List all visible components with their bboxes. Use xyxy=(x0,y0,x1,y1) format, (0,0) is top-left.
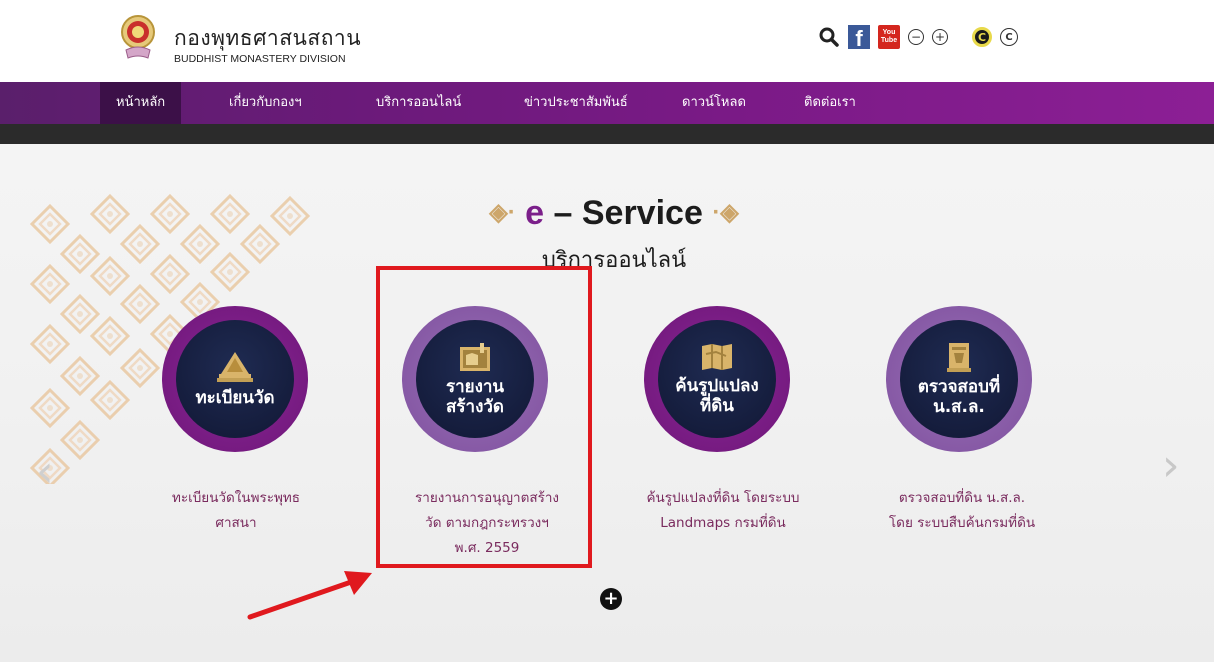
nav-item-online-services[interactable]: บริการออนไลน์ xyxy=(376,82,461,124)
service-temple-registry-inner: ทะเบียนวัด xyxy=(176,320,294,438)
youtube-label-top: You xyxy=(882,29,896,36)
title-e-letter: e xyxy=(525,194,545,232)
desc-line: Landmaps กรมที่ดิน xyxy=(660,515,786,531)
contrast-icon[interactable]: C xyxy=(972,27,992,47)
desc-line: โดย ระบบสืบค้นกรมที่ดิน xyxy=(888,515,1036,531)
eservice-title: ◈· e – Service ·◈ xyxy=(454,194,774,233)
desc-line: ค้นรูปแปลงที่ดิน โดยระบบ xyxy=(646,490,800,506)
label-line: ตรวจสอบที่ xyxy=(917,377,1001,397)
site-header: กองพุทธศาสนสถาน BUDDHIST MONASTERY DIVIS… xyxy=(0,0,1214,82)
search-icon[interactable] xyxy=(818,25,840,49)
site-subtitle: BUDDHIST MONASTERY DIVISION xyxy=(174,53,346,65)
header-tools: f You Tube − + C C xyxy=(818,22,1026,52)
service-nsl-check-inner: ตรวจสอบที่ น.ส.ล. xyxy=(900,320,1018,438)
nav-subbar xyxy=(0,124,1214,144)
nav-item-news[interactable]: ข่าวประชาสัมพันธ์ xyxy=(524,82,628,124)
service-land-plot-search-inner: ค้นรูปแปลง ที่ดิน xyxy=(658,320,776,438)
zoom-out-icon[interactable]: − xyxy=(908,29,924,45)
service-land-plot-search[interactable]: ค้นรูปแปลง ที่ดิน xyxy=(644,306,790,452)
page: กองพุทธศาสนสถาน BUDDHIST MONASTERY DIVIS… xyxy=(0,0,1214,662)
service-temple-registry[interactable]: ทะเบียนวัด xyxy=(162,306,308,452)
facebook-icon[interactable]: f xyxy=(848,25,870,51)
site-logo[interactable] xyxy=(120,14,156,62)
nav-item-contact[interactable]: ติดต่อเรา xyxy=(804,82,856,124)
red-arrow-icon xyxy=(247,571,372,620)
youtube-label-bottom: Tube xyxy=(880,37,898,44)
label-line: ที่ดิน xyxy=(700,396,734,416)
nav-item-home[interactable]: หน้าหลัก xyxy=(100,82,182,124)
title-deco-left-icon: ◈· xyxy=(489,199,516,226)
zoom-in-icon[interactable]: + xyxy=(932,29,948,45)
service-land-plot-search-label: ค้นรูปแปลง ที่ดิน xyxy=(675,376,758,416)
service-land-plot-search-desc: ค้นรูปแปลงที่ดิน โดยระบบ Landmaps กรมที่… xyxy=(630,486,816,536)
site-title[interactable]: กองพุทธศาสนสถาน xyxy=(174,22,361,55)
label-line: น.ส.ล. xyxy=(933,397,985,417)
carousel-prev-button[interactable]: ‹ xyxy=(36,446,54,497)
nav-item-download[interactable]: ดาวน์โหลด xyxy=(682,82,746,124)
youtube-icon[interactable]: You Tube xyxy=(878,25,900,49)
label-line: ค้นรูปแปลง xyxy=(675,376,759,396)
service-nsl-check-desc: ตรวจสอบที่ดิน น.ส.ล. โดย ระบบสืบค้นกรมที… xyxy=(864,486,1060,536)
desc-line: ตรวจสอบที่ดิน น.ส.ล. xyxy=(898,490,1026,506)
more-services-button[interactable]: + xyxy=(600,588,622,610)
main-nav: หน้าหลัก เกี่ยวกับกองฯ บริการออนไลน์ ข่า… xyxy=(0,82,1214,124)
nav-item-about[interactable]: เกี่ยวกับกองฯ xyxy=(229,82,302,124)
title-rest: – Service xyxy=(544,194,713,232)
carousel-next-button[interactable]: › xyxy=(1162,440,1180,491)
thai-pattern-decoration xyxy=(30,194,310,484)
service-nsl-check[interactable]: ตรวจสอบที่ น.ส.ล. xyxy=(886,306,1032,452)
temple-icon xyxy=(217,352,253,382)
title-deco-right-icon: ·◈ xyxy=(712,199,739,226)
service-temple-registry-desc: ทะเบียนวัดในพระพุทธ ศาสนา xyxy=(148,486,324,536)
document-icon xyxy=(947,343,971,372)
eservice-section: ◈· e – Service ·◈ บริการออนไลน์ ทะเบียนว… xyxy=(0,144,1214,662)
service-nsl-check-label: ตรวจสอบที่ น.ส.ล. xyxy=(918,377,1000,417)
map-icon xyxy=(702,344,732,370)
desc-line: ทะเบียนวัดในพระพุทธ xyxy=(171,490,301,506)
service-temple-registry-label: ทะเบียนวัด xyxy=(195,388,275,408)
highlight-box xyxy=(376,266,592,568)
desc-line: ศาสนา xyxy=(215,515,257,531)
copyright-icon[interactable]: C xyxy=(1000,28,1018,46)
